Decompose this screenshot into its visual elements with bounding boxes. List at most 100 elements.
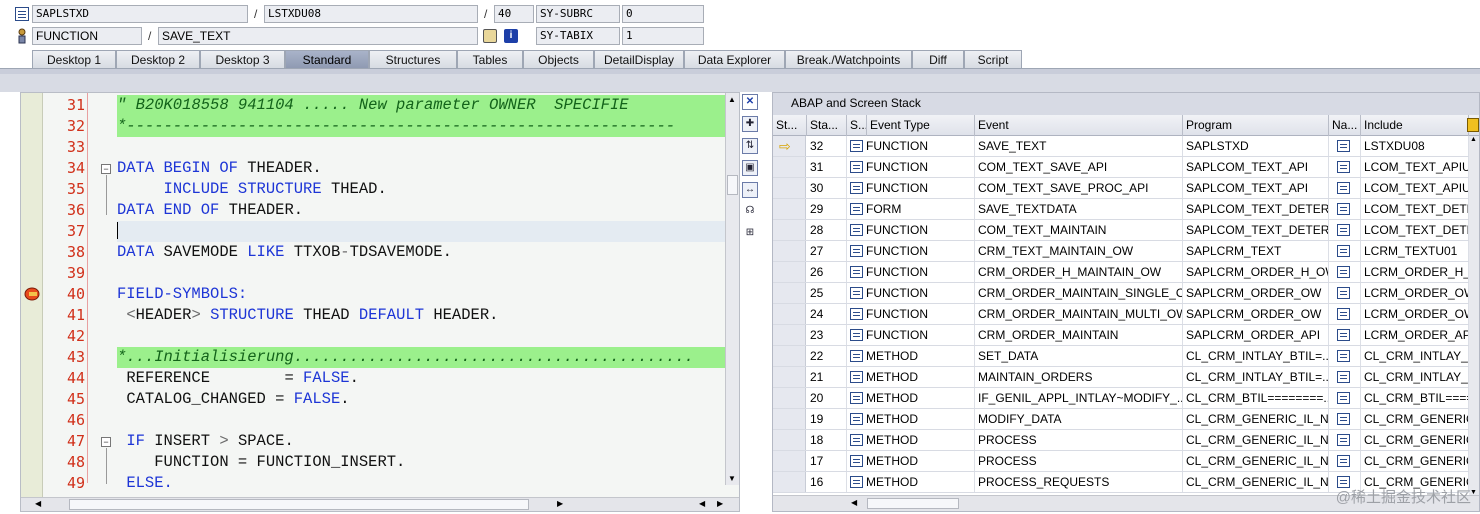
row-selector[interactable] <box>773 325 806 345</box>
navigate-icon[interactable] <box>1337 161 1350 173</box>
code-line-43[interactable]: *...Initialisierung.....................… <box>117 347 725 368</box>
stack-row[interactable]: 20 METHOD IF_GENIL_APPL_INTLAY~MODIFY_... C… <box>773 388 1479 409</box>
navigate-cell[interactable] <box>1329 178 1361 198</box>
stack-row[interactable]: 21 METHOD MAINTAIN_ORDERS CL_CRM_INTLAY_BTI… <box>773 367 1479 388</box>
maximize-tool-icon[interactable]: ▣ <box>742 160 758 176</box>
stack-row[interactable]: 17 METHOD PROCESSCL_CRM_GENERIC_IL_NE... CL… <box>773 451 1479 472</box>
code-line-34[interactable]: DATA BEGIN OF THEADER. <box>117 158 725 179</box>
scroll-left-icon[interactable]: ◀ <box>35 499 41 508</box>
sysvar1-value-field[interactable]: 0 <box>622 5 704 23</box>
fold-toggle-icon[interactable]: − <box>101 164 111 174</box>
navigate-icon[interactable] <box>1337 224 1350 236</box>
tab-desktop-3[interactable]: Desktop 3 <box>200 50 285 69</box>
tab-diff[interactable]: Diff <box>912 50 964 69</box>
scroll-right-icon[interactable]: ▶ <box>717 499 723 508</box>
info-icon[interactable]: i <box>504 29 518 43</box>
navigate-icon[interactable] <box>1337 287 1350 299</box>
stack-row[interactable]: 22 METHOD SET_DATA CL_CRM_INTLAY_BTIL=... CL… <box>773 346 1479 367</box>
navigate-cell[interactable] <box>1329 199 1361 219</box>
tab-desktop-1[interactable]: Desktop 1 <box>32 50 116 69</box>
stack-row[interactable]: 24 FUNCTION CRM_ORDER_MAINTAIN_MULTI_OW SAP… <box>773 304 1479 325</box>
navigate-cell[interactable] <box>1329 304 1361 324</box>
column-header[interactable]: Event <box>975 115 1183 136</box>
navigate-icon[interactable] <box>1337 266 1350 278</box>
scrollbar-thumb[interactable] <box>727 175 738 195</box>
where-used-icon[interactable] <box>483 29 497 43</box>
sysvar1-name-field[interactable]: SY-SUBRC <box>536 5 620 23</box>
row-selector[interactable] <box>773 304 806 324</box>
navigate-icon[interactable] <box>1337 245 1350 257</box>
breakpoint-gutter[interactable] <box>21 93 43 511</box>
row-selector[interactable] <box>773 157 806 177</box>
new-tool-icon[interactable]: ✚ <box>742 116 758 132</box>
source-editor[interactable]: 31 32 33 34 35 36 37 38 39 40 41 42 43 4… <box>20 92 740 512</box>
code-line-40[interactable]: FIELD-SYMBOLS: <box>117 284 725 305</box>
column-header[interactable]: Sta... <box>807 115 847 136</box>
navigate-cell[interactable] <box>1329 220 1361 240</box>
row-selector[interactable] <box>773 451 806 471</box>
scroll-down-icon[interactable]: ▼ <box>728 474 736 483</box>
row-selector[interactable] <box>773 199 806 219</box>
type-field[interactable]: FUNCTION <box>32 27 142 45</box>
stack-row[interactable]: 23 FUNCTION CRM_ORDER_MAINTAIN SAPLCRM_ORDE… <box>773 325 1479 346</box>
scrollbar-thumb[interactable] <box>867 498 959 509</box>
code-line-32[interactable]: *---------------------------------------… <box>117 116 725 137</box>
sysvar2-name-field[interactable]: SY-TABIX <box>536 27 620 45</box>
headset-tool-icon[interactable]: ☊ <box>742 204 758 220</box>
editor-horizontal-scrollbar[interactable]: ◀ ▶ ◀ ▶ <box>21 497 739 511</box>
tab-desktop-2[interactable]: Desktop 2 <box>116 50 200 69</box>
row-selector[interactable] <box>773 472 806 492</box>
scroll-up-icon[interactable]: ▲ <box>728 95 736 104</box>
navigate-icon[interactable] <box>1337 350 1350 362</box>
tab-detail-display[interactable]: DetailDisplay <box>594 50 684 69</box>
code-line-37-cursor[interactable] <box>117 221 725 242</box>
layout-settings-icon[interactable] <box>1467 118 1479 132</box>
column-header[interactable]: S... <box>847 115 867 136</box>
row-selector[interactable] <box>773 241 806 261</box>
navigate-cell[interactable] <box>1329 283 1361 303</box>
navigate-cell[interactable] <box>1329 136 1361 156</box>
code-line-39[interactable] <box>117 263 725 284</box>
row-selector[interactable] <box>773 283 806 303</box>
tree-tool-icon[interactable]: ⊞ <box>742 226 758 242</box>
scrollbar-thumb[interactable] <box>69 499 529 510</box>
code-line-42[interactable] <box>117 326 725 347</box>
row-selector[interactable] <box>773 430 806 450</box>
code-line-35[interactable]: INCLUDE STRUCTURE THEAD. <box>117 179 725 200</box>
stack-row[interactable]: 28 FUNCTION COM_TEXT_MAINTAIN SAPLCOM_TEXT_… <box>773 220 1479 241</box>
column-header[interactable]: St... <box>773 115 807 136</box>
scroll-left-icon[interactable]: ◀ <box>699 499 705 508</box>
stack-row[interactable]: 18 METHOD PROCESSCL_CRM_GENERIC_IL_NE... CL… <box>773 430 1479 451</box>
navigate-icon[interactable] <box>1337 308 1350 320</box>
code-line-44[interactable]: REFERENCE = FALSE. <box>117 368 725 389</box>
code-line-45[interactable]: CATALOG_CHANGED = FALSE. <box>117 389 725 410</box>
swap-tool-icon[interactable]: ⇅ <box>742 138 758 154</box>
stack-row[interactable]: 29 FORM SAVE_TEXTDATA SAPLCOM_TEXT_DETER...… <box>773 199 1479 220</box>
row-selector[interactable] <box>773 388 806 408</box>
navigate-cell[interactable] <box>1329 325 1361 345</box>
navigate-cell[interactable] <box>1329 157 1361 177</box>
stack-row[interactable]: 31 FUNCTION COM_TEXT_SAVE_API SAPLCOM_TEXT_… <box>773 157 1479 178</box>
row-selector[interactable]: ⇨ <box>773 136 806 156</box>
tab-tables[interactable]: Tables <box>457 50 523 69</box>
code-line-31[interactable]: " B20K018558 941104 ..... New parameter … <box>117 95 725 116</box>
code-line-36[interactable]: DATA END OF THEADER. <box>117 200 725 221</box>
row-selector[interactable] <box>773 367 806 387</box>
resize-tool-icon[interactable]: ↔ <box>742 182 758 198</box>
editor-vertical-scrollbar[interactable]: ▲ ▼ <box>725 93 739 485</box>
include-field[interactable]: LSTXDU08 <box>264 5 478 23</box>
column-header[interactable]: Event Type <box>867 115 975 136</box>
navigate-cell[interactable] <box>1329 409 1361 429</box>
navigate-cell[interactable] <box>1329 262 1361 282</box>
tab-script[interactable]: Script <box>964 50 1022 69</box>
navigate-cell[interactable] <box>1329 241 1361 261</box>
row-selector[interactable] <box>773 346 806 366</box>
code-line-33[interactable] <box>117 137 725 158</box>
tab-standard[interactable]: Standard <box>285 50 369 69</box>
navigate-cell[interactable] <box>1329 388 1361 408</box>
navigate-icon[interactable] <box>1337 203 1350 215</box>
row-selector[interactable] <box>773 262 806 282</box>
navigate-cell[interactable] <box>1329 346 1361 366</box>
navigate-icon[interactable] <box>1337 329 1350 341</box>
row-selector[interactable] <box>773 220 806 240</box>
